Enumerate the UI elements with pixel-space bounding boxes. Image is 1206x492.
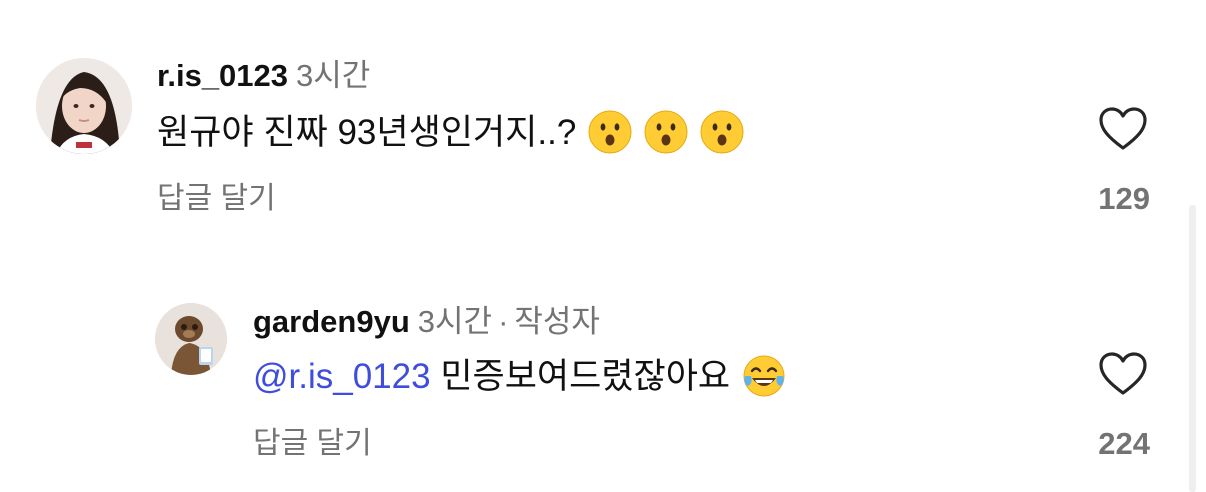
comment-body: 민증보여드렸잖아요 [440,357,731,396]
reply-button[interactable]: 답글 달기 [157,181,276,217]
username[interactable]: garden9yu [253,304,410,339]
comment-text: @r.is_0123 민증보여드렸잖아요 [253,354,786,399]
reply-button[interactable]: 답글 달기 [253,426,372,462]
avatar[interactable] [36,58,132,154]
like-count[interactable]: 129 [1060,181,1150,217]
hushed-face-emoji [700,110,744,154]
avatar-image [155,303,227,375]
heart-icon[interactable] [1098,106,1148,152]
username[interactable]: r.is_0123 [157,58,288,93]
comment-meta: garden9yu 3시간 · 작성자 [253,304,600,340]
scrollbar[interactable] [1189,205,1196,492]
avatar-image [36,58,132,154]
tears-of-joy-emoji [743,355,785,397]
comment-text: 원규야 진짜 93년생인거지..? [157,110,744,155]
author-badge: 작성자 [514,304,600,339]
hushed-face-emoji [588,110,632,154]
timestamp: 3시간 [417,304,493,339]
heart-icon[interactable] [1098,351,1148,397]
like-count[interactable]: 224 [1060,426,1150,462]
comment-meta: r.is_0123 3시간 [157,58,370,94]
avatar[interactable] [155,303,227,375]
separator: · [498,304,509,339]
hushed-face-emoji [644,110,688,154]
mention-link[interactable]: @r.is_0123 [253,357,431,396]
comment-body: 원규야 진짜 93년생인거지..? [157,113,577,152]
timestamp: 3시간 [296,58,371,93]
